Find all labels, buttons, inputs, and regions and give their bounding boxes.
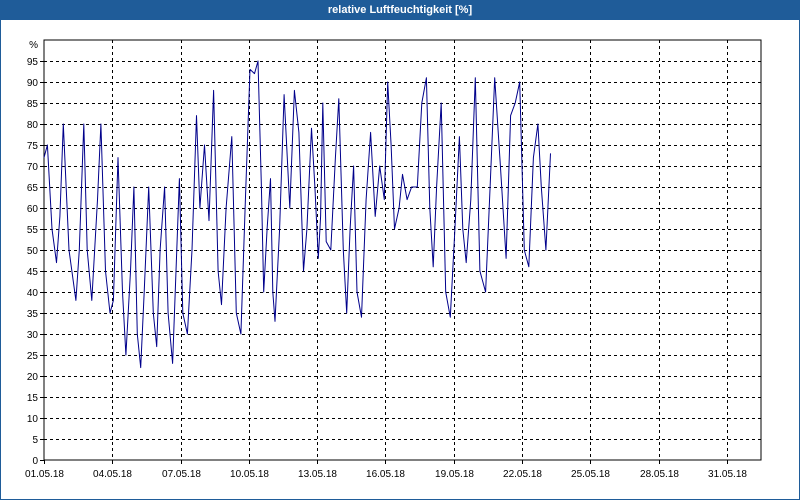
x-tick-label: 04.05.18: [93, 469, 132, 480]
line-chart: 0 5 10 15 20 25 30 35 40 45 50 55 60 65 70 75 80 85 90 95% 0…: [25, 39, 762, 480]
x-tick-label: 16.05.18: [366, 469, 405, 480]
y-tick-label: 90: [27, 78, 39, 89]
y-tick-label: 10: [27, 414, 39, 425]
y-tick-label: 85: [27, 99, 39, 110]
x-tick-label: 07.05.18: [162, 469, 201, 480]
y-tick-label: 95: [27, 57, 39, 68]
y-tick-label: 40: [27, 288, 39, 299]
y-tick-label: 60: [27, 204, 39, 215]
y-tick-label: 70: [27, 162, 39, 173]
x-tick-label: 19.05.18: [435, 469, 474, 480]
y-tick-label: 5: [32, 435, 38, 446]
x-tick-label: 31.05.18: [708, 469, 747, 480]
y-tick-label: 35: [27, 309, 39, 320]
y-tick-label: 0: [32, 456, 38, 467]
y-axis-unit-label: %: [29, 40, 38, 51]
x-tick-label: 10.05.18: [230, 469, 269, 480]
y-tick-label: 75: [27, 141, 39, 152]
x-tick-label: 28.05.18: [640, 469, 679, 480]
y-tick-label: 55: [27, 225, 39, 236]
y-tick-label: 15: [27, 393, 39, 404]
y-tick-label: 20: [27, 372, 39, 383]
y-tick-label: 25: [27, 351, 39, 362]
y-tick-label: 80: [27, 120, 39, 131]
x-tick-label: 22.05.18: [503, 469, 542, 480]
x-tick-label: 25.05.18: [571, 469, 610, 480]
y-tick-label: 45: [27, 267, 39, 278]
x-tick-label: 13.05.18: [298, 469, 337, 480]
x-tick-label: 01.05.18: [25, 469, 64, 480]
humidity-series-line: [43, 60, 551, 369]
y-tick-label: 30: [27, 330, 39, 341]
y-tick-label: 50: [27, 246, 39, 257]
y-tick-label: 65: [27, 183, 39, 194]
plot-area: [43, 39, 762, 461]
